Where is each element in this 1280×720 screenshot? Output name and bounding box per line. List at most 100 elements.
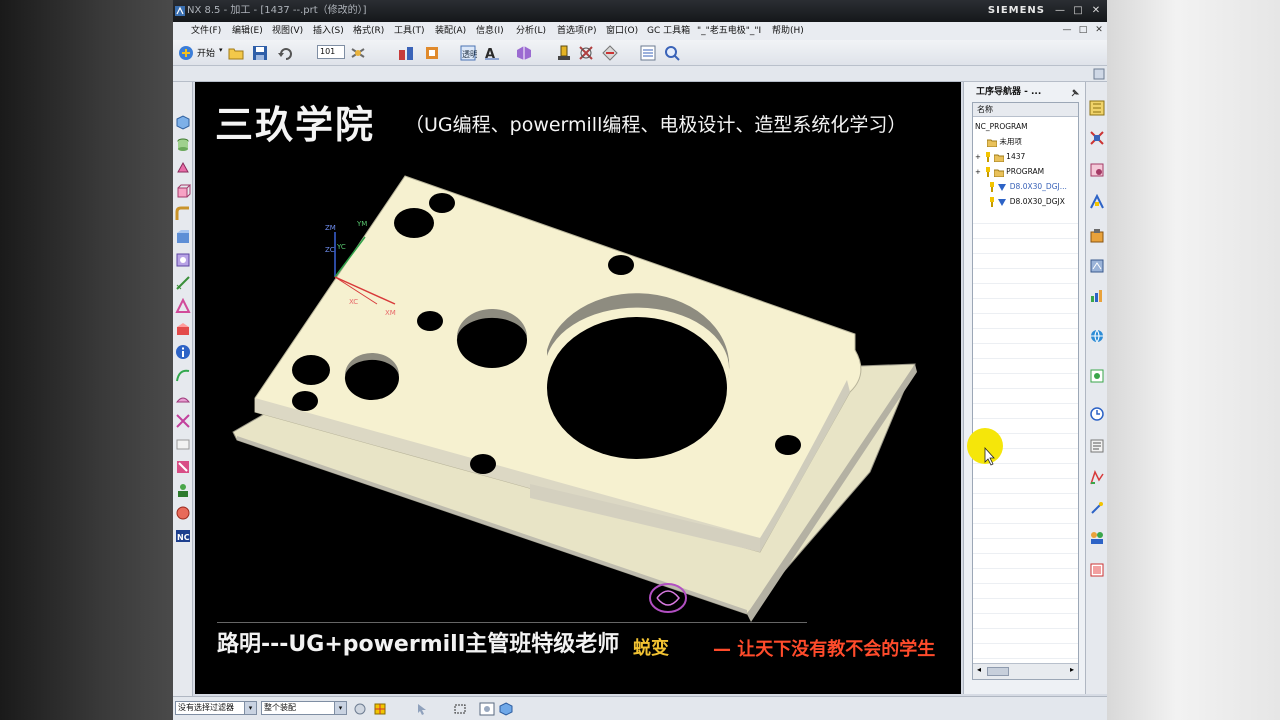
- edge-blend-icon[interactable]: [175, 206, 191, 222]
- expand-toggle[interactable]: +: [975, 150, 983, 164]
- select-icon[interactable]: [415, 702, 429, 716]
- chevron-down-icon[interactable]: ▾: [334, 702, 346, 714]
- navigator-horizontal-scrollbar[interactable]: ◂ ▸: [973, 663, 1078, 679]
- tree-row-1437[interactable]: + 1437: [973, 149, 1078, 164]
- scroll-left-arrow[interactable]: ◂: [977, 665, 981, 674]
- tree-row-program[interactable]: + PROGRAM: [973, 164, 1078, 179]
- info-icon[interactable]: [175, 344, 191, 360]
- mill-geometry-icon[interactable]: [515, 44, 533, 62]
- undo-icon[interactable]: [277, 44, 295, 62]
- open-folder-icon[interactable]: [227, 44, 245, 62]
- curve-icon[interactable]: [175, 367, 191, 383]
- cylinder-icon[interactable]: [175, 137, 191, 153]
- snap-point-icon[interactable]: [373, 702, 387, 716]
- scroll-right-arrow[interactable]: ▸: [1070, 665, 1074, 674]
- system-scenes-icon[interactable]: [1089, 562, 1105, 578]
- start-button[interactable]: 开始: [197, 46, 215, 59]
- menu-gc-toolbox[interactable]: GC 工具箱: [647, 22, 690, 40]
- hd3d-tools-icon[interactable]: [1089, 288, 1105, 304]
- toolbar-options-icon[interactable]: [1093, 68, 1105, 80]
- blank-icon[interactable]: [175, 436, 191, 452]
- tree-row-operation-1[interactable]: D8.0X30_DGJ...: [973, 179, 1078, 194]
- scroll-thumb[interactable]: [987, 667, 1009, 676]
- surface-icon[interactable]: [175, 390, 191, 406]
- transparency-icon[interactable]: 透明: [459, 44, 477, 62]
- maximize-button[interactable]: □: [1071, 4, 1085, 18]
- constraint-navigator-icon[interactable]: [1089, 130, 1105, 146]
- column-header-name[interactable]: 名称: [973, 103, 1078, 117]
- menu-help[interactable]: 帮助(H): [772, 22, 804, 40]
- history-palette-icon[interactable]: [1089, 368, 1105, 384]
- manufacturing-wizard-icon[interactable]: [1089, 500, 1105, 516]
- web-browser-icon[interactable]: [1089, 328, 1105, 344]
- rectangle-select-icon[interactable]: [453, 702, 467, 716]
- operation-navigator-icon[interactable]: [1089, 194, 1105, 210]
- operation-list-icon[interactable]: [639, 44, 657, 62]
- mdi-restore-button[interactable]: □: [1077, 24, 1089, 37]
- menu-view[interactable]: 视图(V): [272, 22, 303, 40]
- tree-row-unused[interactable]: 未用项: [973, 134, 1078, 149]
- roles-icon[interactable]: [175, 482, 191, 498]
- nc-icon[interactable]: NC: [175, 528, 191, 544]
- view-orientation-icon[interactable]: [479, 702, 495, 716]
- cube-view-icon[interactable]: [499, 702, 513, 716]
- selection-scope-combo[interactable]: 整个装配 ▾: [261, 701, 347, 715]
- reuse-library-icon[interactable]: [1089, 258, 1105, 274]
- menu-preferences[interactable]: 首选项(P): [557, 22, 596, 40]
- graphics-window[interactable]: 三玖学院 （UG编程、powermill编程、电极设计、造型系统化学习） ZM …: [195, 82, 961, 694]
- start-icon[interactable]: [177, 44, 195, 62]
- menu-file[interactable]: 文件(F): [191, 22, 221, 40]
- menu-edit[interactable]: 编辑(E): [232, 22, 263, 40]
- view-layer-combo[interactable]: 101: [317, 45, 345, 59]
- menu-insert[interactable]: 插入(S): [313, 22, 344, 40]
- menu-assembly[interactable]: 装配(A): [435, 22, 466, 40]
- type-filter-combo[interactable]: 没有选择过滤器 ▾: [175, 701, 257, 715]
- menu-tools[interactable]: 工具(T): [394, 22, 425, 40]
- tree-row-nc-program[interactable]: NC_PROGRAM: [973, 119, 1078, 134]
- trim-icon[interactable]: [175, 413, 191, 429]
- filter-reset-icon[interactable]: [353, 702, 367, 716]
- expand-toggle[interactable]: +: [975, 165, 983, 179]
- zoom-fit-icon[interactable]: [663, 44, 681, 62]
- minimize-button[interactable]: —: [1053, 4, 1067, 18]
- ribbon-icon[interactable]: [175, 459, 191, 475]
- tool-holder-icon[interactable]: [555, 44, 573, 62]
- pin-icon[interactable]: [1070, 88, 1080, 98]
- mdi-minimize-button[interactable]: —: [1061, 24, 1073, 37]
- menu-information[interactable]: 信息(I): [476, 22, 504, 40]
- menu-format[interactable]: 格式(R): [353, 22, 384, 40]
- navigator-tree[interactable]: 名称 NC_PROGRAM 未用项 + 1437 + PROGRAM D8.0X…: [972, 102, 1079, 680]
- generate-toolpath-icon[interactable]: [601, 44, 619, 62]
- machine-tool-navigator-icon[interactable]: [1089, 228, 1105, 244]
- clock-icon[interactable]: [1089, 406, 1105, 422]
- tree-row-operation-2[interactable]: D8.0X30_DGJX: [973, 194, 1078, 209]
- toolpath-verify-icon[interactable]: [577, 44, 595, 62]
- roles-palette-icon[interactable]: [1089, 530, 1105, 546]
- start-dropdown-arrow[interactable]: ▾: [219, 46, 223, 54]
- mdi-close-button[interactable]: ✕: [1093, 24, 1105, 37]
- part-navigator-icon[interactable]: [1089, 162, 1105, 178]
- history-icon[interactable]: [175, 505, 191, 521]
- block-icon[interactable]: [175, 183, 191, 199]
- menu-analysis[interactable]: 分析(L): [516, 22, 546, 40]
- process-studio-icon[interactable]: [1089, 470, 1105, 486]
- save-icon[interactable]: [251, 44, 269, 62]
- feature-icon[interactable]: [175, 321, 191, 337]
- chamfer-icon[interactable]: [175, 229, 191, 245]
- system-materials-icon[interactable]: [1089, 438, 1105, 454]
- annotation-icon[interactable]: A: [483, 44, 501, 62]
- close-button[interactable]: ✕: [1089, 4, 1103, 18]
- sketch-icon[interactable]: [175, 298, 191, 314]
- hole-icon[interactable]: [175, 252, 191, 268]
- menu-electrode[interactable]: "_"老五电极"_"I: [697, 22, 761, 40]
- chevron-down-icon[interactable]: ▾: [244, 702, 256, 714]
- render-style-icon[interactable]: [349, 44, 367, 62]
- assembly-navigator-icon[interactable]: [1089, 100, 1105, 116]
- extrude-icon[interactable]: [175, 160, 191, 176]
- measure-icon[interactable]: [175, 275, 191, 291]
- part-icon[interactable]: [175, 114, 191, 130]
- assembly-icon[interactable]: [397, 44, 415, 62]
- menu-window[interactable]: 窗口(O): [606, 22, 638, 40]
- part-navigator-icon[interactable]: [423, 44, 441, 62]
- cad-part-model[interactable]: [195, 82, 961, 694]
